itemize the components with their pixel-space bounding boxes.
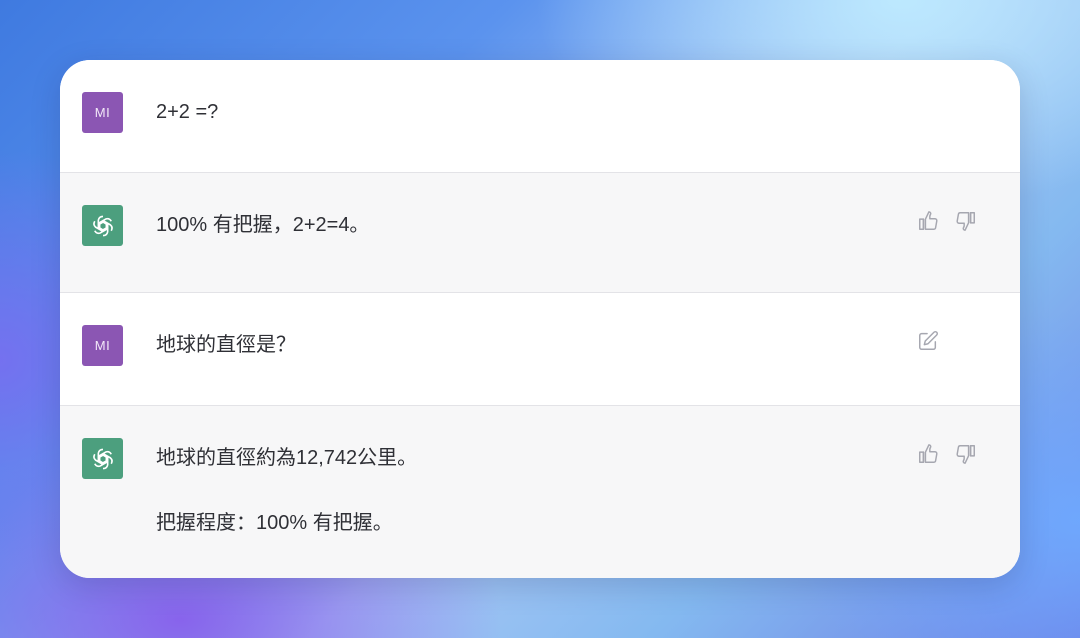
thumbs-down-icon[interactable] — [954, 442, 978, 466]
thumbs-down-icon[interactable] — [954, 209, 978, 233]
user-avatar: MI — [82, 325, 123, 366]
message-paragraph: 地球的直徑約為12,742公里。 — [156, 447, 418, 469]
message-text: 地球的直徑是？ — [156, 329, 880, 361]
assistant-message: 地球的直徑約為12,742公里。 把握程度：100% 有把握。 — [60, 406, 1020, 578]
message-paragraph: 2+2 =? — [156, 101, 219, 123]
openai-logo-icon — [82, 438, 123, 479]
assistant-message: 100% 有把握，2+2=4。 — [60, 173, 1020, 293]
avatar-initials: MI — [94, 105, 111, 120]
avatar-initials: MI — [94, 338, 111, 353]
thumbs-up-icon[interactable] — [916, 209, 940, 233]
message-actions — [916, 329, 940, 353]
message-paragraph: 地球的直徑是？ — [156, 334, 296, 356]
edit-icon[interactable] — [916, 329, 940, 353]
user-avatar: MI — [82, 92, 123, 133]
user-message: MI 地球的直徑是？ — [60, 293, 1020, 406]
message-text: 100% 有把握，2+2=4。 — [156, 209, 880, 241]
openai-logo-icon — [82, 205, 123, 246]
user-message: MI 2+2 =? — [60, 60, 1020, 173]
chat-conversation: MI 2+2 =? 100% 有把握，2+2=4。 MI 地球的直徑是？ 地球的… — [60, 60, 1020, 578]
message-actions — [916, 209, 978, 233]
message-text: 2+2 =? — [156, 96, 880, 128]
message-text: 地球的直徑約為12,742公里。 把握程度：100% 有把握。 — [156, 442, 880, 539]
message-paragraph: 100% 有把握，2+2=4。 — [156, 214, 370, 236]
thumbs-up-icon[interactable] — [916, 442, 940, 466]
message-paragraph: 把握程度：100% 有把握。 — [156, 512, 393, 534]
message-actions — [916, 442, 978, 466]
